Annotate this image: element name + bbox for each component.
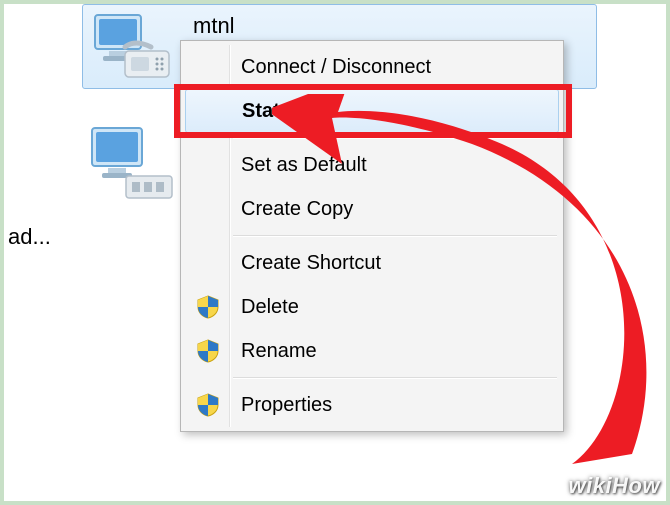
connection-name: mtnl <box>193 11 235 39</box>
watermark: wikiHow <box>568 473 660 499</box>
uac-shield-icon <box>195 392 221 418</box>
menu-item-connect-disconnect[interactable]: Connect / Disconnect <box>183 45 561 89</box>
menu-item-create-copy[interactable]: Create Copy <box>183 187 561 231</box>
menu-item-properties[interactable]: Properties <box>183 383 561 427</box>
connection-item[interactable] <box>86 124 176 206</box>
menu-item-create-shortcut[interactable]: Create Shortcut <box>183 241 561 285</box>
uac-shield-icon <box>195 294 221 320</box>
context-menu: Connect / Disconnect Status Set as Defau… <box>180 40 564 432</box>
menu-item-label: Delete <box>241 296 299 319</box>
menu-item-label: Set as Default <box>241 154 367 177</box>
menu-item-label: Properties <box>241 394 332 417</box>
menu-item-status[interactable]: Status <box>185 89 559 133</box>
truncated-text: ad... <box>8 224 51 250</box>
uac-shield-icon <box>195 338 221 364</box>
menu-separator <box>233 137 557 139</box>
menu-item-label: Create Shortcut <box>241 252 381 275</box>
menu-separator <box>233 235 557 237</box>
menu-item-delete[interactable]: Delete <box>183 285 561 329</box>
window-content: mtnl ad... Connect / Disconnect Status S <box>4 4 666 501</box>
menu-item-label: Rename <box>241 340 317 363</box>
menu-item-label: Create Copy <box>241 198 353 221</box>
menu-separator <box>233 377 557 379</box>
menu-item-rename[interactable]: Rename <box>183 329 561 373</box>
menu-item-set-default[interactable]: Set as Default <box>183 143 561 187</box>
menu-item-label: Status <box>242 100 303 123</box>
dialup-connection-icon <box>91 11 173 83</box>
menu-item-label: Connect / Disconnect <box>241 56 431 79</box>
